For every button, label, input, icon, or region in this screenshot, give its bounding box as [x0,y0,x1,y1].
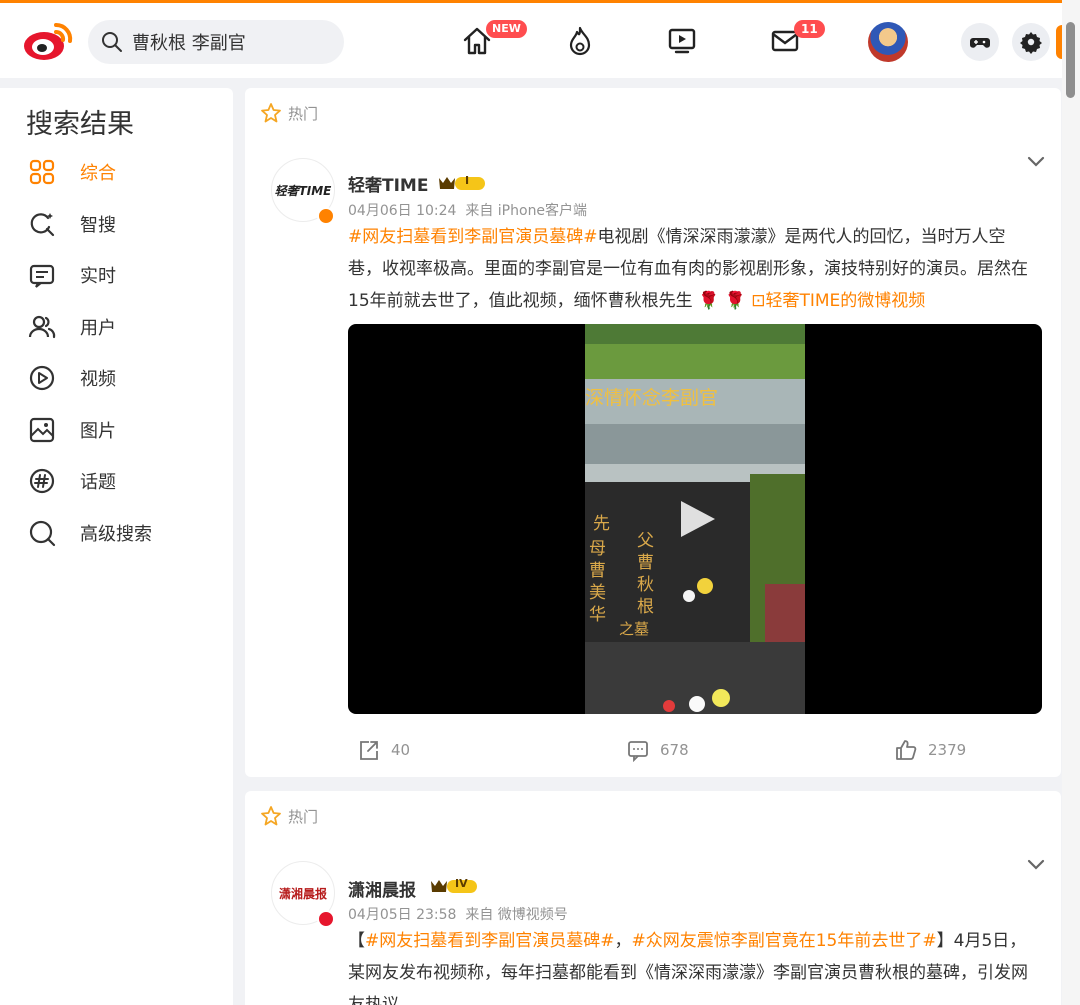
sidebar-item-label: 图片 [80,421,116,442]
settings-gear-icon[interactable] [1012,23,1050,61]
hot-fire-icon[interactable] [562,23,598,59]
topic-tag[interactable]: #网友扫墓看到李副官演员墓碑# [365,931,615,951]
chevron-down-icon[interactable] [1025,853,1047,875]
sidebar-item-users[interactable]: 用户 [28,312,116,342]
topic-tag[interactable]: #众网友震惊李副官竟在15年前去世了# [632,931,937,951]
author-name[interactable]: 轻奢TIME [348,171,428,196]
hashtag-icon [29,468,55,494]
like-button[interactable]: 2379 [894,738,966,762]
scrollbar[interactable] [1062,0,1080,1005]
post-meta: 04月06日 10:24 来自 iPhone客户端 [348,200,587,220]
game-controller-icon[interactable] [961,23,999,61]
home-new-badge: NEW [486,20,527,38]
rose-emoji: 🌹 🌹 [698,291,746,311]
comment-button[interactable]: 678 [626,738,689,762]
svg-text:秋: 秋 [637,575,654,595]
sidebar-item-advanced-search[interactable]: 高级搜索 [28,518,152,548]
level-badge: I [437,174,487,192]
post-body: 【#网友扫墓看到李副官演员墓碑#，#众网友震惊李副官竟在15年前去世了#】4月5… [348,925,1038,1005]
svg-text:母: 母 [589,539,606,559]
post-meta: 04月05日 23:58 来自 微博视频号 [348,904,568,924]
comment-icon [628,741,648,762]
star-icon [261,103,281,123]
sidebar-title: 搜索结果 [26,109,134,140]
svg-text:华: 华 [589,605,606,625]
post-card: 热门 潇湘晨报 潇湘晨报 IV 04月05日 23:58 来自 微博视频号 【#… [245,791,1061,1005]
crown-icon [431,880,477,893]
grid-icon [29,159,55,185]
topic-tag[interactable]: #网友扫墓看到李副官演员墓碑# [348,227,598,247]
sidebar-item-images[interactable]: 图片 [28,415,116,445]
top-navbar: 曹秋根 李副官 NEW 11 [0,0,1066,78]
user-avatar[interactable] [868,22,908,62]
hot-label: 热门 [260,102,318,124]
video-play-icon [29,365,55,391]
crown-icon [439,177,485,190]
svg-text:之墓: 之墓 [619,620,649,638]
image-icon [29,417,55,443]
search-sidebar: 搜索结果 综合 智搜 实时 用户 视频 图片 话题 高级搜索 [0,88,233,1005]
sidebar-item-topics[interactable]: 话题 [28,466,116,496]
author-name[interactable]: 潇湘晨报 [348,876,416,901]
video-player[interactable]: 深情怀念李副官 先 母 曹 美 华 父 曹 秋 根 之墓 [348,324,1042,714]
sidebar-item-video[interactable]: 视频 [28,363,116,393]
sidebar-item-realtime[interactable]: 实时 [28,260,116,290]
post-source: 来自 微博视频号 [465,907,568,923]
hot-label: 热门 [260,805,318,827]
star-icon [261,806,281,826]
verified-badge-icon [317,910,335,928]
weibo-logo[interactable] [22,19,78,63]
post-actions: 40 678 2379 [245,738,1061,768]
users-icon [28,315,56,339]
realtime-icon [29,264,55,288]
video-tv-icon[interactable] [664,23,700,59]
video-link[interactable]: ⊡轻奢TIME的微博视频 [751,291,925,311]
svg-text:根: 根 [637,597,654,617]
post-source: 来自 iPhone客户端 [465,203,588,219]
repost-icon [360,741,378,760]
sidebar-item-label: 高级搜索 [80,524,152,545]
search-box[interactable]: 曹秋根 李副官 [88,20,344,64]
post-time[interactable]: 04月05日 23:58 [348,907,456,923]
search-icon [102,32,122,52]
svg-text:先: 先 [593,514,610,534]
svg-text:父: 父 [637,531,654,551]
messages-count-badge: 11 [794,20,825,38]
svg-text:曹: 曹 [637,553,654,573]
post-card: 热门 轻奢TIME 轻奢TIME I 04月06日 10:24 来自 iPhon… [245,88,1061,777]
sidebar-item-label: 智搜 [80,215,116,236]
sidebar-item-label: 实时 [80,266,116,287]
sidebar-item-label: 话题 [80,472,116,493]
svg-text:曹: 曹 [589,561,606,581]
sidebar-item-label: 用户 [80,318,116,339]
sidebar-item-label: 综合 [80,163,116,184]
post-time[interactable]: 04月06日 10:24 [348,203,456,219]
svg-text:美: 美 [589,583,606,603]
scrollbar-thumb[interactable] [1066,22,1075,98]
thumbs-up-icon [896,740,917,760]
verified-badge-icon [317,207,335,225]
post-body: #网友扫墓看到李副官演员墓碑#电视剧《情深深雨濛濛》是两代人的回忆，当时万人空巷… [348,221,1038,317]
smart-search-icon [30,213,55,237]
search-icon [29,520,56,547]
sidebar-item-comprehensive[interactable]: 综合 [28,157,116,187]
chevron-down-icon[interactable] [1025,150,1047,172]
play-button-icon[interactable] [671,497,721,541]
sidebar-item-label: 视频 [80,369,116,390]
search-input[interactable]: 曹秋根 李副官 [132,29,246,55]
repost-button[interactable]: 40 [357,738,410,762]
video-caption: 深情怀念李副官 [585,386,718,409]
level-badge: IV [429,877,479,895]
sidebar-item-smart-search[interactable]: 智搜 [28,209,116,239]
